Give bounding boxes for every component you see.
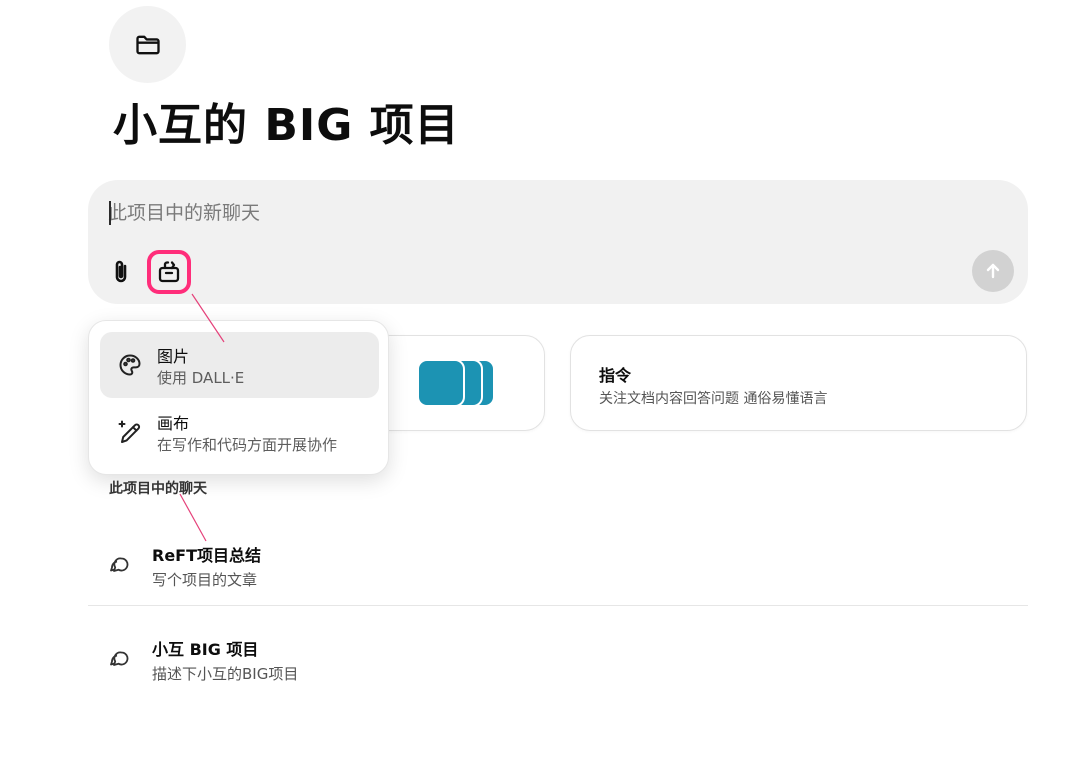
palette-icon [116, 351, 144, 379]
chat-list-item[interactable]: 小互 BIG 项目 描述下小互的BIG项目 [88, 620, 1028, 700]
instructions-card[interactable]: 指令 关注文档内容回答问题 通俗易懂语言 [570, 335, 1027, 431]
chat-list-item[interactable]: ReFT项目总结 写个项目的文章 [88, 526, 1028, 606]
chat-bubbles-icon [108, 647, 132, 671]
chat-subtitle: 写个项目的文章 [152, 571, 258, 589]
tools-menu: 图片 使用 DALL·E 画布 在写作和代码方面开展协作 [88, 320, 389, 475]
chat-title: ReFT项目总结 [152, 546, 262, 565]
divider [88, 605, 1028, 606]
composer [88, 180, 1028, 304]
chat-subtitle: 描述下小互的BIG项目 [152, 665, 299, 683]
chat-title: 小互 BIG 项目 [152, 640, 259, 659]
menu-item-subtitle: 使用 DALL·E [157, 369, 245, 387]
menu-item-subtitle: 在写作和代码方面开展协作 [157, 436, 338, 454]
menu-item-image[interactable]: 图片 使用 DALL·E [100, 332, 379, 398]
chat-bubbles-icon [108, 553, 132, 577]
menu-item-canvas[interactable]: 画布 在写作和代码方面开展协作 [100, 399, 379, 465]
new-chat-input[interactable] [108, 198, 948, 228]
toolbox-icon[interactable] [147, 250, 191, 294]
folder-icon[interactable] [109, 6, 186, 83]
send-button[interactable] [972, 250, 1014, 292]
pencil-sparkle-icon [116, 418, 144, 446]
paperclip-icon[interactable] [108, 257, 134, 287]
chats-section-label: 此项目中的聊天 [109, 481, 207, 497]
project-page: 小互的 BIG 项目 指令 关注文档内容 [0, 0, 1080, 764]
file-thumbnail [417, 359, 465, 407]
menu-item-title: 画布 [157, 414, 190, 433]
instructions-title: 指令 [599, 366, 632, 385]
menu-item-title: 图片 [157, 347, 190, 366]
instructions-description: 关注文档内容回答问题 通俗易懂语言 [599, 391, 828, 407]
page-title: 小互的 BIG 项目 [113, 100, 460, 151]
text-caret [109, 201, 111, 225]
